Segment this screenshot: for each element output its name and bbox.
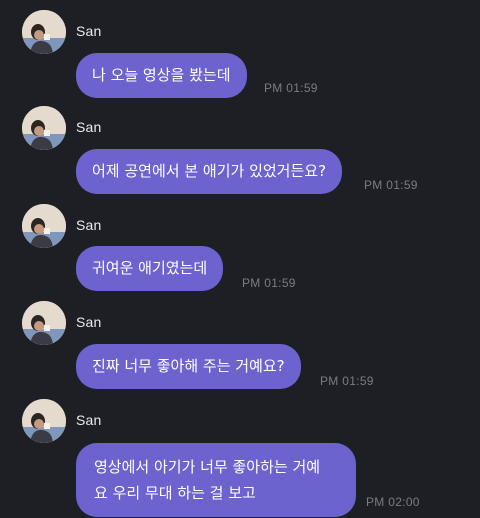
message-line: 영상에서 아기가 너무 좋아하는 거예 bbox=[94, 458, 321, 476]
avatar-photo-icon bbox=[22, 106, 66, 150]
avatar[interactable] bbox=[22, 399, 66, 443]
message-bubble[interactable]: 나 오늘 영상을 봤는데 bbox=[76, 53, 247, 98]
sender-name: San bbox=[76, 23, 102, 39]
avatar[interactable] bbox=[22, 204, 66, 248]
sender-name: San bbox=[76, 217, 102, 233]
avatar-photo-icon bbox=[22, 204, 66, 248]
message-timestamp: PM 01:59 bbox=[242, 276, 296, 290]
avatar-photo-icon bbox=[22, 399, 66, 443]
avatar-photo-icon bbox=[22, 10, 66, 54]
chat-thread: San 나 오늘 영상을 봤는데 PM 01:59 San 어제 공연에서 본 … bbox=[0, 0, 480, 518]
avatar[interactable] bbox=[22, 10, 66, 54]
sender-name: San bbox=[76, 412, 102, 428]
avatar-photo-icon bbox=[22, 301, 66, 345]
message-bubble[interactable]: 진짜 너무 좋아해 주는 거예요? bbox=[76, 344, 301, 389]
message-timestamp: PM 02:00 bbox=[366, 495, 420, 509]
message-timestamp: PM 01:59 bbox=[364, 178, 418, 192]
sender-name: San bbox=[76, 314, 102, 330]
avatar[interactable] bbox=[22, 106, 66, 150]
message-bubble[interactable]: 귀여운 애기였는데 bbox=[76, 246, 224, 291]
sender-name: San bbox=[76, 119, 102, 135]
message-bubble[interactable]: 어제 공연에서 본 애기가 있었거든요? bbox=[76, 149, 343, 194]
avatar[interactable] bbox=[22, 301, 66, 345]
message-timestamp: PM 01:59 bbox=[320, 374, 374, 388]
message-bubble[interactable]: 영상에서 아기가 너무 좋아하는 거예 요 우리 무대 하는 걸 보고 bbox=[76, 443, 356, 517]
message-timestamp: PM 01:59 bbox=[264, 81, 318, 95]
message-line: 요 우리 무대 하는 걸 보고 bbox=[94, 484, 256, 502]
